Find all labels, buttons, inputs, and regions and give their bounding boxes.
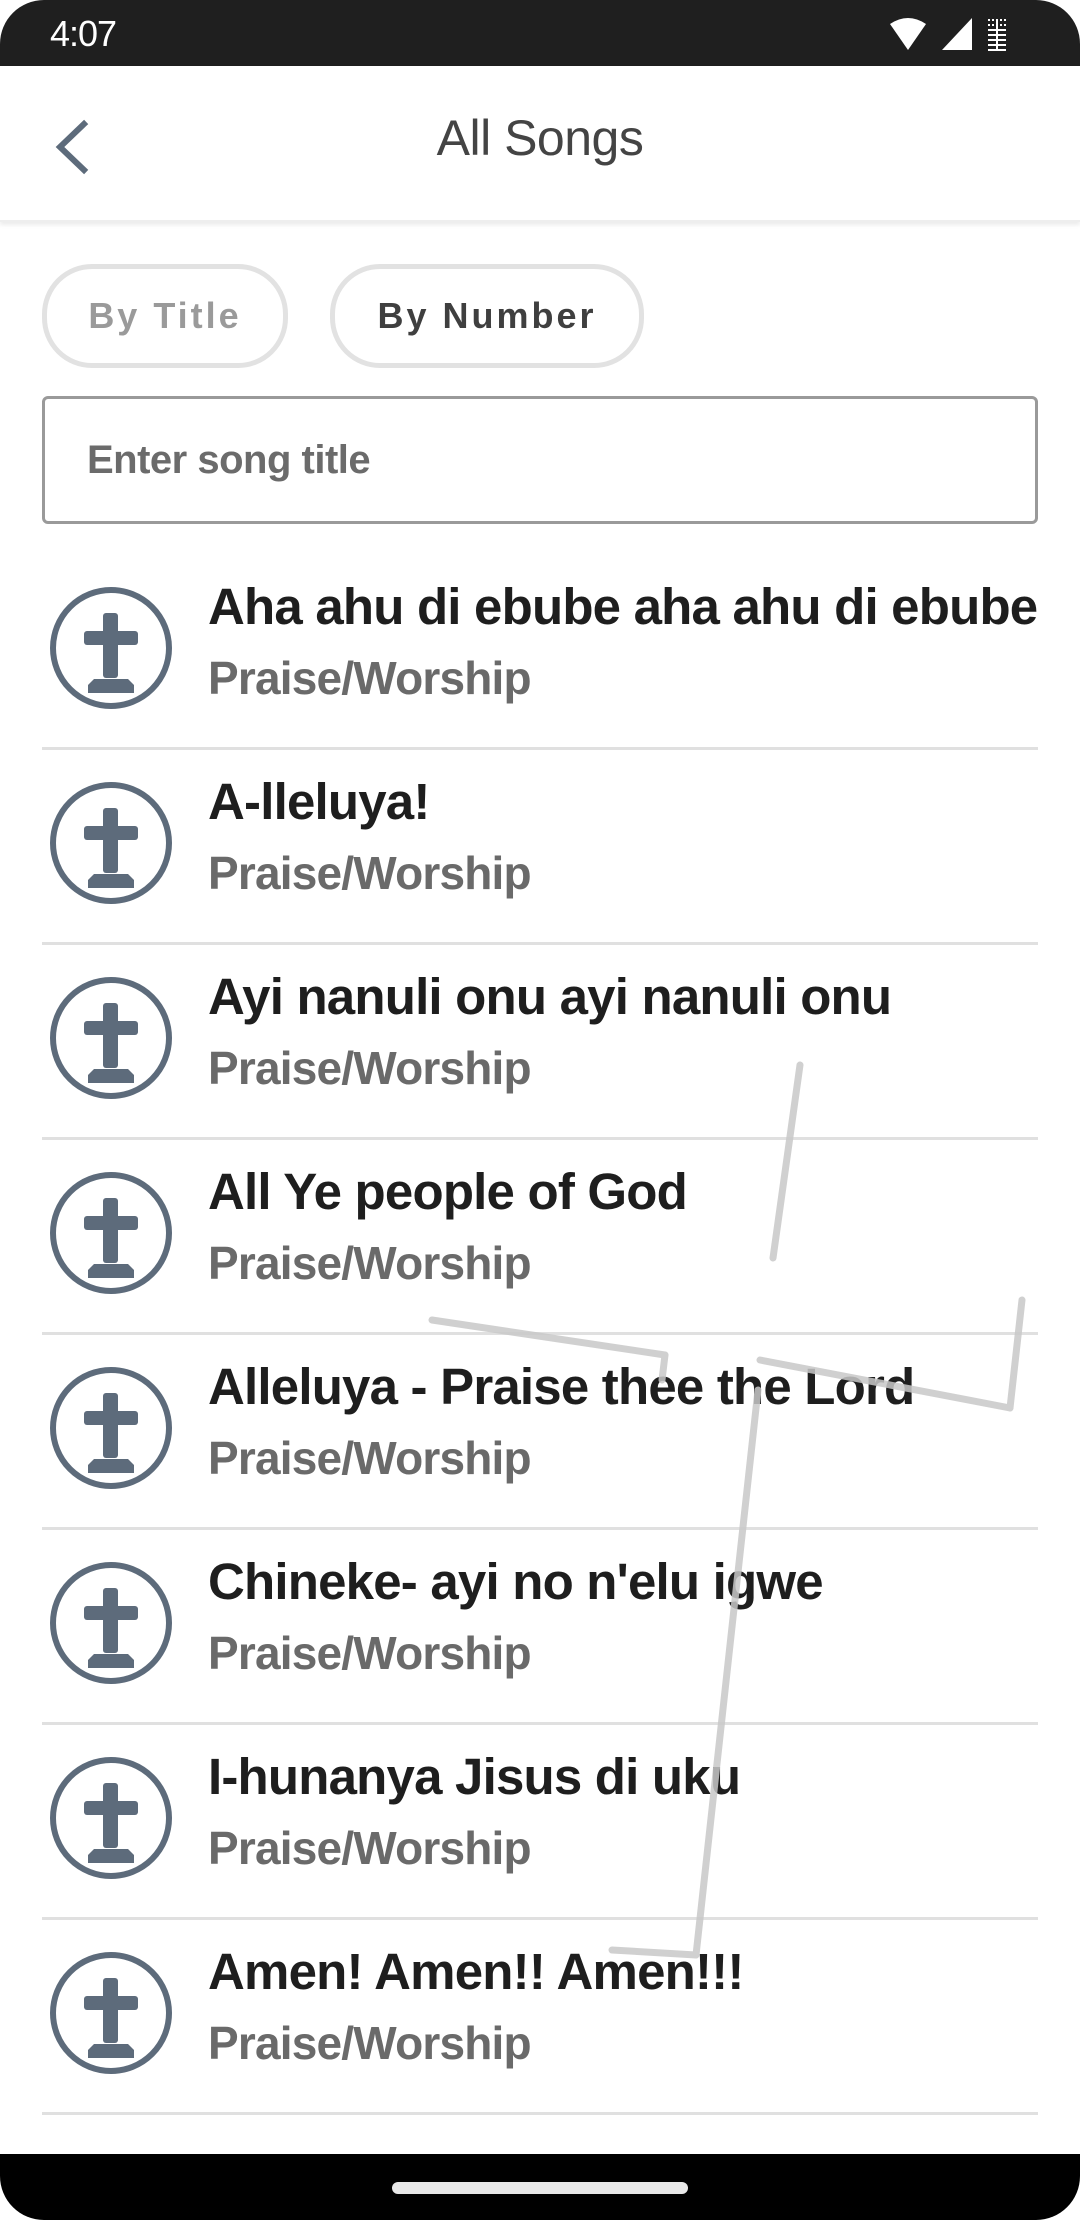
song-search-input[interactable] — [42, 396, 1038, 524]
song-title: Amen! Amen!! Amen!!! — [208, 1943, 744, 2000]
by-title-chip[interactable]: By Title — [42, 264, 288, 368]
cross-icon — [46, 1558, 176, 1688]
system-nav-bar — [0, 2154, 1080, 2220]
song-list: Aha ahu di ebube aha ahu di ebube Praise… — [0, 555, 1080, 2115]
song-title: Aha ahu di ebube aha ahu di ebube — [208, 578, 1038, 635]
cross-icon — [46, 973, 176, 1103]
app-header: All Songs — [0, 66, 1080, 222]
song-list-item[interactable]: A-lleluya! Praise/Worship — [42, 750, 1038, 945]
cell-signal-icon — [942, 18, 972, 50]
song-category: Praise/Worship — [208, 847, 532, 899]
song-title: Ayi nanuli onu ayi nanuli onu — [208, 968, 892, 1025]
song-title: Chineke- ayi no n'elu igwe — [208, 1553, 824, 1610]
cross-icon — [46, 1168, 176, 1298]
song-list-item[interactable]: I-hunanya Jisus di uku Praise/Worship — [42, 1725, 1038, 1920]
by-number-chip[interactable]: By Number — [330, 264, 644, 368]
song-category: Praise/Worship — [208, 652, 532, 704]
song-list-item[interactable]: All Ye people of God Praise/Worship — [42, 1140, 1038, 1335]
home-gesture-handle[interactable] — [392, 2182, 688, 2194]
song-list-item[interactable]: Chineke- ayi no n'elu igwe Praise/Worshi… — [42, 1530, 1038, 1725]
song-list-item[interactable]: Ayi nanuli onu ayi nanuli onu Praise/Wor… — [42, 945, 1038, 1140]
cross-icon — [46, 778, 176, 908]
song-title: Alleluya - Praise thee the Lord — [208, 1358, 915, 1415]
song-title: A-lleluya! — [208, 773, 430, 830]
status-bar: 4:07 — [0, 0, 1080, 66]
song-title: I-hunanya Jisus di uku — [208, 1748, 741, 1805]
by-number-label: By Number — [377, 295, 597, 336]
song-category: Praise/Worship — [208, 1432, 532, 1484]
cross-icon — [46, 1363, 176, 1493]
by-title-label: By Title — [88, 295, 242, 336]
cross-icon — [46, 1753, 176, 1883]
song-category: Praise/Worship — [208, 2017, 532, 2069]
song-list-item[interactable]: Aha ahu di ebube aha ahu di ebube Praise… — [42, 555, 1038, 750]
cross-icon — [46, 583, 176, 713]
cross-icon — [46, 1948, 176, 2078]
status-icons — [888, 14, 1008, 54]
song-title: All Ye people of God — [208, 1163, 688, 1220]
song-category: Praise/Worship — [208, 1627, 532, 1679]
song-category: Praise/Worship — [208, 1042, 532, 1094]
song-list-item[interactable]: Alleluya - Praise thee the Lord Praise/W… — [42, 1335, 1038, 1530]
song-category: Praise/Worship — [208, 1237, 532, 1289]
song-category: Praise/Worship — [208, 1822, 532, 1874]
song-list-item[interactable]: Amen! Amen!! Amen!!! Praise/Worship — [42, 1920, 1038, 2115]
page-title: All Songs — [436, 110, 644, 166]
wifi-icon — [890, 18, 926, 50]
battery-icon — [988, 19, 1006, 51]
status-time: 4:07 — [50, 13, 117, 54]
